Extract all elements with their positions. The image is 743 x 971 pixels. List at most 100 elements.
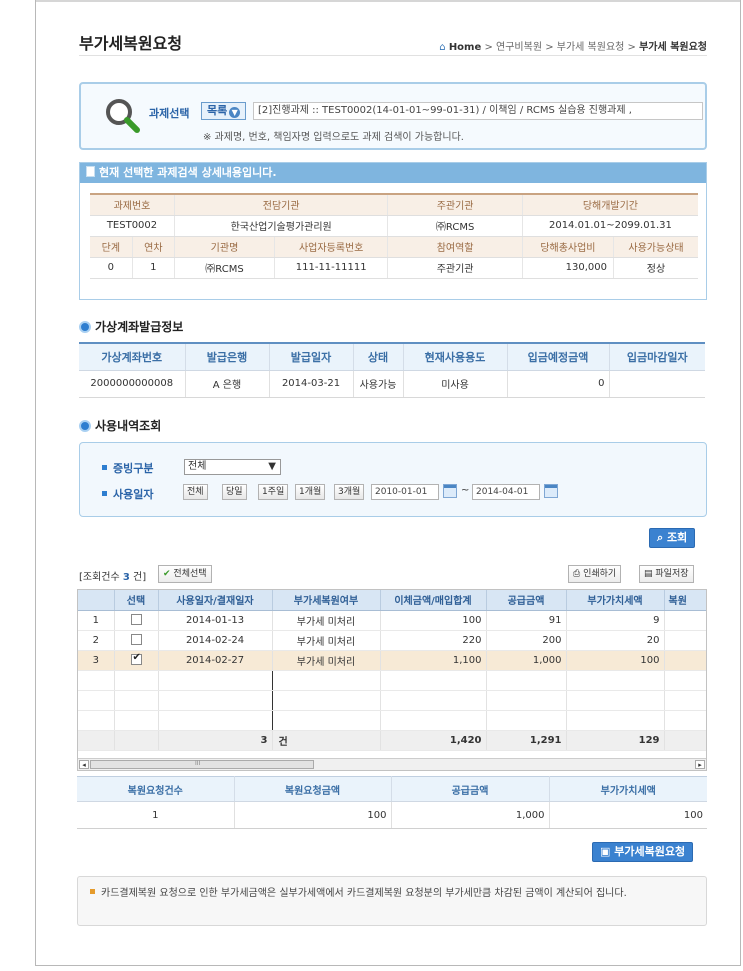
row-checkbox-cell: [114, 650, 159, 671]
grid-header[interactable]: 이체금액/매입합계: [380, 590, 487, 611]
search-button[interactable]: ⌕ 조회: [649, 528, 696, 548]
grid-header[interactable]: 부가세복원여부: [272, 590, 381, 611]
detail-cell: 0: [90, 257, 133, 279]
period-today-button[interactable]: 당일: [222, 484, 247, 500]
row-total: 220: [380, 630, 487, 651]
restore-amount: 100: [234, 801, 392, 829]
table-row[interactable]: 3 2014-02-27 부가세 미처리 1,100 1,000 100: [78, 650, 706, 671]
detail-table: 과제번호 전담기관 주관기관 당해개발기간 TEST0002 한국산업기술평가관…: [90, 193, 698, 279]
summary-supply: 1,291: [486, 729, 567, 751]
row-extra: [664, 610, 706, 631]
scroll-thumb[interactable]: III: [90, 760, 314, 769]
results-table: 선택 사용일자/결재일자 부가세복원여부 이체금액/매입합계 공급금액 부가가치…: [78, 590, 706, 751]
project-select-label: 과제선택: [149, 107, 190, 120]
restore-supply: 1,000: [391, 801, 550, 829]
summary-unit: 건: [272, 729, 381, 751]
project-field[interactable]: [2]진행과제 :: TEST0002(14-01-01~99-01-31) /…: [253, 102, 703, 120]
restore-header: 복원요청건수: [77, 776, 235, 802]
detail-header-cell: 당해개발기간: [522, 194, 698, 216]
project-list-label: 목록: [207, 104, 228, 117]
period-month-button[interactable]: 1개월: [295, 484, 326, 500]
section-title-virtual-account: 가상계좌발급정보: [79, 318, 183, 335]
row-checkbox[interactable]: [130, 613, 142, 625]
breadcrumb-item[interactable]: 부가세 복원요청: [557, 42, 625, 53]
page-title: 부가세복원요청: [79, 34, 183, 53]
save-file-button[interactable]: ▤ 파일저장: [639, 565, 694, 583]
row-total: 100: [380, 610, 487, 631]
va-cell: 사용가능: [353, 370, 404, 398]
detail-header-cell: 단계: [90, 236, 133, 258]
row-supply: 91: [486, 610, 567, 631]
detail-header-cell: 전담기관: [174, 194, 389, 216]
detail-header-cell: 사용가능상태: [613, 236, 698, 258]
section-title-text: 가상계좌발급정보: [95, 320, 184, 334]
detail-cell: 130,000: [522, 257, 614, 279]
row-status: 부가세 미처리: [272, 650, 381, 671]
period-3month-button[interactable]: 3개월: [334, 484, 365, 500]
detail-header-text: 현재 선택한 과제검색 상세내용입니다.: [99, 166, 277, 179]
breadcrumb-item[interactable]: 연구비복원: [496, 42, 542, 53]
summary-total: 1,420: [380, 729, 487, 751]
grid-header[interactable]: 공급금액: [486, 590, 567, 611]
summary-row: 3 건 1,420 1,291 129: [78, 729, 706, 751]
results-grid: 선택 사용일자/결재일자 부가세복원여부 이체금액/매입합계 공급금액 부가가치…: [77, 589, 707, 771]
scroll-left-icon[interactable]: ◂: [79, 760, 89, 769]
table-row[interactable]: 2 2014-02-24 부가세 미처리 220 200 20: [78, 630, 706, 651]
grid-header[interactable]: 부가가치세액: [566, 590, 665, 611]
va-cell: 2014-03-21: [269, 370, 354, 398]
period-week-button[interactable]: 1주일: [258, 484, 289, 500]
date-from-input[interactable]: 2010-01-01: [371, 484, 439, 500]
horizontal-scrollbar[interactable]: ◂ III ▸: [78, 758, 706, 770]
va-header: 가상계좌번호: [79, 343, 186, 371]
home-icon[interactable]: ⌂: [439, 42, 445, 53]
detail-cell: ㈜RCMS: [174, 257, 276, 279]
grid-header: 선택: [114, 590, 159, 611]
restore-summary-table: 복원요청건수 복원요청금액 공급금액 부가가치세액 1 100 1,000 10…: [77, 776, 707, 829]
va-header: 상태: [353, 343, 404, 371]
print-label: 인쇄하기: [583, 569, 617, 579]
breadcrumb: ⌂ Home > 연구비복원 > 부가세 복원요청 > 부가세 복원요청: [439, 42, 707, 53]
scroll-right-icon[interactable]: ▸: [695, 760, 705, 769]
document-icon: ▣: [600, 845, 611, 858]
vat-restore-request-button[interactable]: ▣ 부가세복원요청: [592, 842, 694, 862]
detail-header-cell: 연차: [132, 236, 175, 258]
row-checkbox-cell: [114, 610, 159, 631]
document-icon: [86, 166, 95, 177]
chevron-down-icon: ▼: [268, 461, 276, 472]
breadcrumb-current: 부가세 복원요청: [639, 42, 707, 53]
row-number: 2: [78, 630, 115, 651]
row-checkbox[interactable]: [130, 652, 142, 665]
detail-cell: TEST0002: [90, 215, 175, 237]
vat-restore-request-label: 부가세복원요청: [614, 845, 686, 858]
detail-header-cell: 주관기관: [387, 194, 523, 216]
grid-header: [78, 590, 115, 611]
grid-header[interactable]: 사용일자/결재일자: [158, 590, 273, 611]
calendar-icon[interactable]: [443, 484, 457, 498]
row-checkbox[interactable]: [130, 633, 142, 645]
table-row[interactable]: 1 2014-01-13 부가세 미처리 100 91 9: [78, 610, 706, 631]
row-checkbox-cell: [114, 630, 159, 651]
title-divider: [79, 55, 707, 56]
summary-vat: 129: [566, 729, 665, 751]
row-date: 2014-01-13: [158, 610, 273, 631]
row-vat: 20: [566, 630, 665, 651]
print-button[interactable]: ⎙ 인쇄하기: [568, 565, 622, 583]
select-all-button[interactable]: ✔ 전체선택: [158, 565, 212, 583]
select-all-label: 전체선택: [173, 569, 207, 579]
period-all-button[interactable]: 전체: [183, 484, 208, 500]
detail-cell: 2014.01.01~2099.01.31: [522, 215, 698, 237]
row-supply: 200: [486, 630, 567, 651]
detail-header-cell: 기관명: [174, 236, 276, 258]
grid-header[interactable]: 복원: [664, 590, 706, 611]
notice-text: 카드결제복원 요청으로 인한 부가세금액은 실부가세액에서 카드결제복원 요청분…: [101, 888, 627, 899]
evidence-select[interactable]: 전체 ▼: [184, 459, 281, 475]
project-list-button[interactable]: 목록 ▼: [201, 102, 247, 120]
restore-header: 부가가치세액: [549, 776, 707, 802]
search-button-label: 조회: [667, 531, 688, 544]
restore-count: 1: [77, 801, 235, 829]
row-status: 부가세 미처리: [272, 630, 381, 651]
breadcrumb-home[interactable]: Home: [449, 42, 481, 53]
date-to-input[interactable]: 2014-04-01: [472, 484, 540, 500]
calendar-icon[interactable]: [544, 484, 558, 498]
restore-vat: 100: [549, 801, 707, 829]
